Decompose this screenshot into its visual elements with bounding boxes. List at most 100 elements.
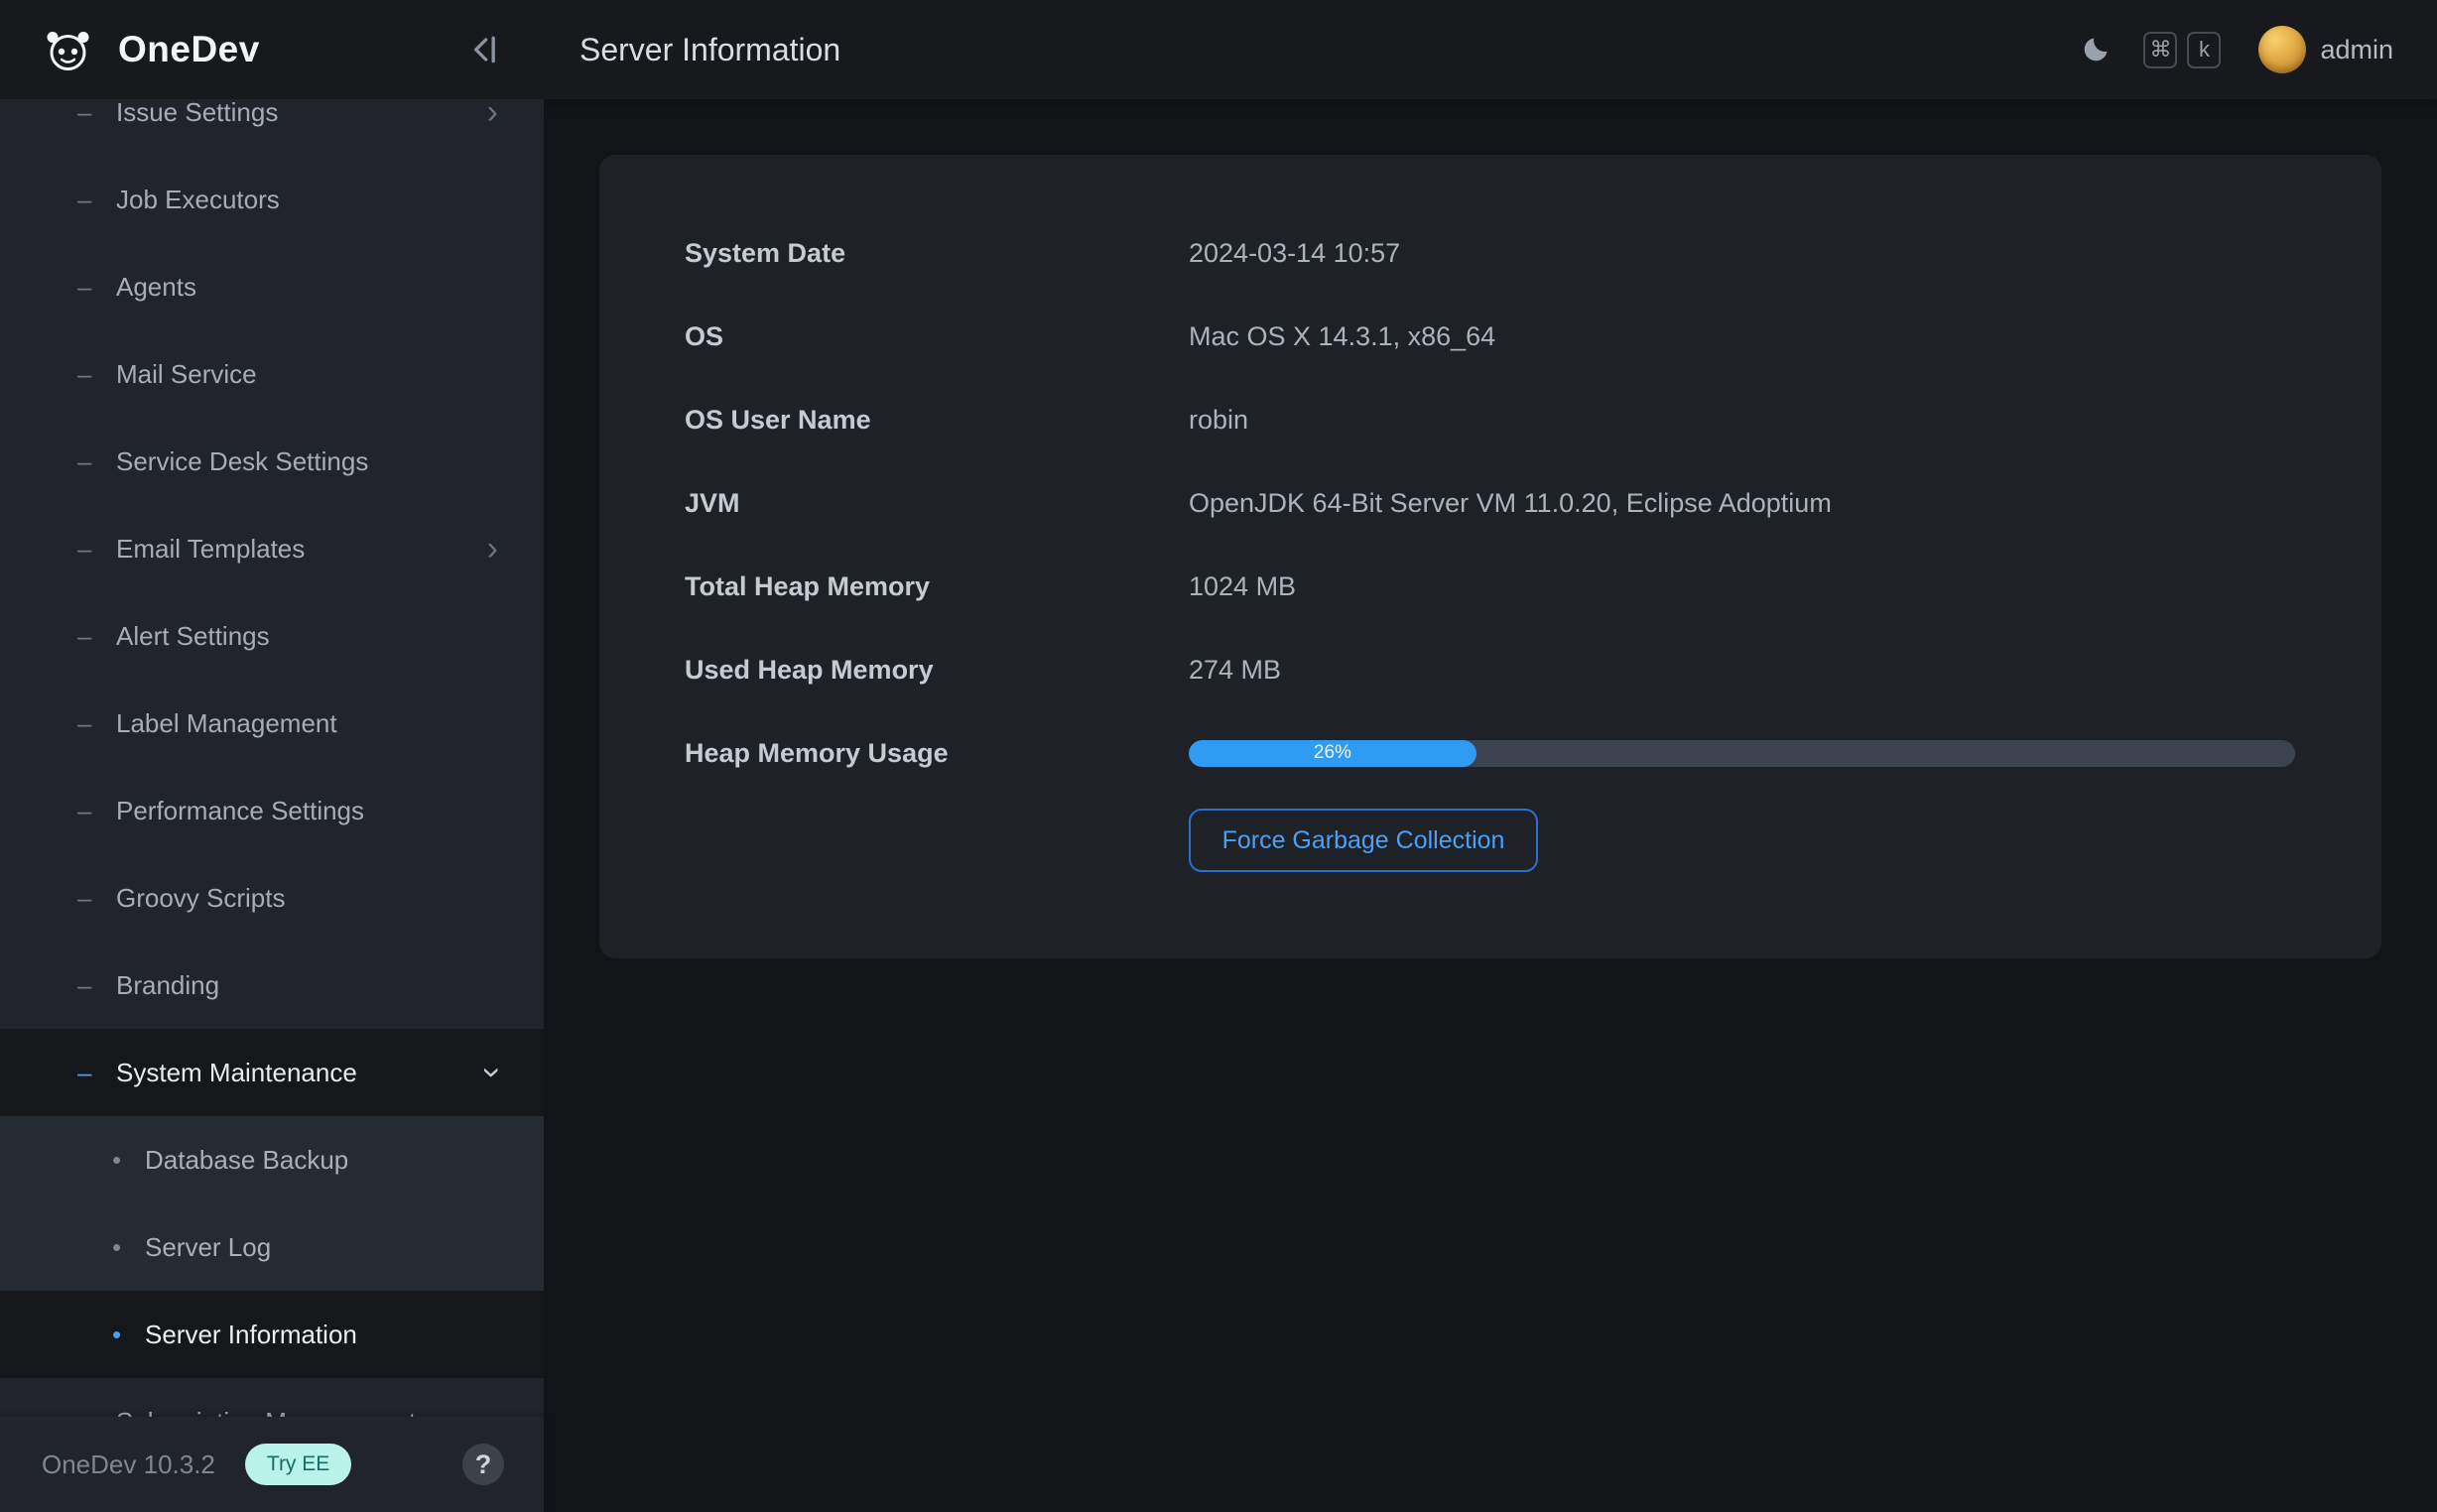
sidebar-item-label: Email Templates: [116, 534, 487, 565]
chevron-right-icon: ›: [487, 532, 498, 566]
user-menu[interactable]: admin: [2258, 26, 2393, 73]
info-label: Total Heap Memory: [685, 571, 1189, 602]
dash-icon: –: [77, 185, 116, 215]
dash-icon: –: [77, 708, 116, 739]
info-label: Heap Memory Usage: [685, 738, 1189, 769]
dash-icon: –: [77, 883, 116, 914]
heap-usage-progressbar: 26%: [1189, 740, 2295, 767]
sidebar-item-database-backup[interactable]: • Database Backup: [0, 1116, 544, 1203]
sidebar-item-job-executors[interactable]: – Job Executors: [0, 156, 544, 243]
info-label: JVM: [685, 488, 1189, 519]
info-row: JVM OpenJDK 64-Bit Server VM 11.0.20, Ec…: [685, 461, 2381, 545]
sidebar-item-label: Server Information: [145, 1320, 544, 1350]
sidebar-item-label: Service Desk Settings: [116, 446, 498, 477]
page-title: Server Information: [579, 32, 840, 68]
heap-usage-progress-fill: 26%: [1189, 740, 1476, 767]
dark-mode-toggle-moon-icon[interactable]: [2080, 34, 2112, 65]
version-label: OneDev 10.3.2: [42, 1449, 215, 1480]
server-info-card: System Date 2024-03-14 10:57 OS Mac OS X…: [599, 155, 2381, 958]
sidebar-item-alert-settings[interactable]: – Alert Settings: [0, 592, 544, 680]
sidebar-item-groovy-scripts[interactable]: – Groovy Scripts: [0, 854, 544, 942]
info-row: Used Heap Memory 274 MB: [685, 628, 2381, 711]
chevron-right-icon: ›: [487, 99, 498, 129]
sidebar-header: OneDev: [0, 0, 544, 99]
bullet-icon: •: [112, 1232, 145, 1263]
system-maintenance-submenu: • Database Backup • Server Log • Server …: [0, 1116, 544, 1378]
k-key-icon: k: [2187, 32, 2221, 68]
sidebar-item-label: Branding: [116, 970, 498, 1001]
dash-icon: –: [77, 99, 116, 128]
sidebar-item-email-templates[interactable]: – Email Templates ›: [0, 505, 544, 592]
dash-icon: –: [77, 621, 116, 652]
info-row: OS Mac OS X 14.3.1, x86_64: [685, 295, 2381, 378]
dash-icon: –: [77, 359, 116, 390]
sidebar-item-label: Database Backup: [145, 1145, 544, 1176]
sidebar-item-label: Subscription Management: [116, 1407, 498, 1418]
sidebar-item-label: Server Log: [145, 1232, 544, 1263]
sidebar-item-label: Alert Settings: [116, 621, 498, 652]
sidebar-item-label: Mail Service: [116, 359, 498, 390]
sidebar-item-label: System Maintenance: [116, 1058, 487, 1088]
help-icon[interactable]: ?: [462, 1444, 504, 1485]
sidebar-footer: OneDev 10.3.2 Try EE ?: [0, 1417, 544, 1512]
info-value: Mac OS X 14.3.1, x86_64: [1189, 321, 1495, 352]
info-row: Total Heap Memory 1024 MB: [685, 545, 2381, 628]
sidebar-item-label: Groovy Scripts: [116, 883, 498, 914]
dash-icon: –: [77, 1407, 116, 1418]
brand[interactable]: OneDev: [42, 24, 260, 76]
dash-icon: –: [77, 1058, 116, 1088]
avatar: [2258, 26, 2306, 73]
dash-icon: –: [77, 446, 116, 477]
brand-name: OneDev: [118, 29, 260, 70]
topbar: Server Information ⌘ k admin: [544, 0, 2437, 99]
collapse-sidebar-button[interactable]: [464, 30, 504, 69]
dash-icon: –: [77, 272, 116, 303]
command-palette-shortcut[interactable]: ⌘ k: [2143, 32, 2231, 68]
sidebar-item-performance-settings[interactable]: – Performance Settings: [0, 767, 544, 854]
heap-usage-percent-label: 26%: [1314, 742, 1351, 764]
info-value: robin: [1189, 405, 1248, 436]
app-root: OneDev – Issue Settings › – Job Executor…: [0, 0, 2437, 1512]
sidebar-item-server-information[interactable]: • Server Information: [0, 1291, 544, 1378]
dash-icon: –: [77, 970, 116, 1001]
sidebar-item-mail-service[interactable]: – Mail Service: [0, 330, 544, 418]
info-row: System Date 2024-03-14 10:57: [685, 211, 2381, 295]
info-value: OpenJDK 64-Bit Server VM 11.0.20, Eclips…: [1189, 488, 1832, 519]
info-label: System Date: [685, 238, 1189, 269]
bullet-icon: •: [112, 1320, 145, 1350]
chevron-down-icon: ›: [475, 1067, 509, 1077]
info-value: 2024-03-14 10:57: [1189, 238, 1400, 269]
sidebar-item-label: Agents: [116, 272, 498, 303]
sidebar-item-label: Issue Settings: [116, 99, 487, 128]
dash-icon: –: [77, 534, 116, 565]
onedev-logo-icon: [42, 24, 94, 76]
sidebar-item-label-management[interactable]: – Label Management: [0, 680, 544, 767]
sidebar-item-label: Performance Settings: [116, 796, 498, 826]
sidebar-item-system-maintenance[interactable]: – System Maintenance ›: [0, 1029, 544, 1116]
sidebar-item-branding[interactable]: – Branding: [0, 942, 544, 1029]
content-area: System Date 2024-03-14 10:57 OS Mac OS X…: [544, 99, 2437, 1512]
topbar-right: ⌘ k admin: [2080, 26, 2393, 73]
main-area: Server Information ⌘ k admin: [544, 0, 2437, 1512]
heap-usage-row: Heap Memory Usage 26%: [685, 711, 2381, 795]
info-label: OS User Name: [685, 405, 1189, 436]
sidebar-item-server-log[interactable]: • Server Log: [0, 1203, 544, 1291]
sidebar-item-agents[interactable]: – Agents: [0, 243, 544, 330]
sidebar-item-label: Label Management: [116, 708, 498, 739]
info-value: 274 MB: [1189, 655, 1281, 686]
sidebar-item-subscription-management[interactable]: – Subscription Management: [0, 1378, 544, 1417]
sidebar: OneDev – Issue Settings › – Job Executor…: [0, 0, 544, 1512]
sidebar-item-issue-settings[interactable]: – Issue Settings ›: [0, 99, 544, 156]
dash-icon: –: [77, 796, 116, 826]
username-label: admin: [2320, 35, 2393, 65]
command-key-icon: ⌘: [2143, 32, 2177, 68]
sidebar-item-label: Job Executors: [116, 185, 498, 215]
info-value: 1024 MB: [1189, 571, 1296, 602]
try-ee-badge[interactable]: Try EE: [245, 1444, 351, 1485]
sidebar-item-service-desk-settings[interactable]: – Service Desk Settings: [0, 418, 544, 505]
bullet-icon: •: [112, 1145, 145, 1176]
sidebar-nav: – Issue Settings › – Job Executors – Age…: [0, 99, 544, 1417]
info-label: Used Heap Memory: [685, 655, 1189, 686]
info-label: OS: [685, 321, 1189, 352]
force-garbage-collection-button[interactable]: Force Garbage Collection: [1189, 809, 1538, 872]
